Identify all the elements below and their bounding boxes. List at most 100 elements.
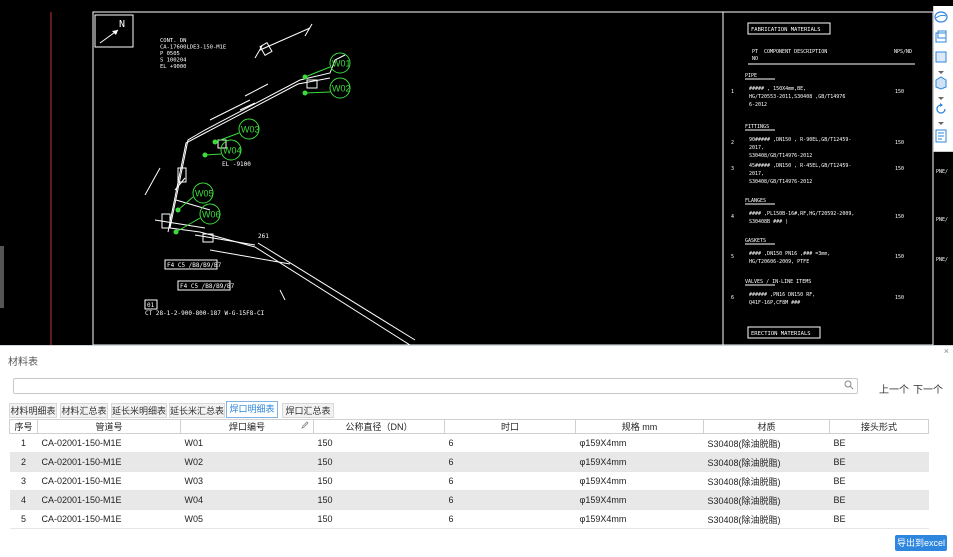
search-icon[interactable] (844, 380, 854, 390)
dim-261: 261 (258, 233, 269, 240)
cell-material: S30408(除油脱脂) (703, 452, 830, 472)
cube-icon[interactable] (934, 76, 948, 90)
bom-table: FABRICATION MATERIALS PTNO COMPONENT DESCR… (731, 22, 948, 339)
info-line: CONT. DN (160, 38, 187, 44)
cell-spec: φ159X4mm (575, 490, 704, 510)
north-label: N (119, 19, 125, 30)
cell-index: 2 (9, 452, 38, 472)
cell-joint: BE (829, 490, 929, 510)
weld-label: W04 (223, 146, 242, 156)
tab-material-detail[interactable]: 材料明细表 (9, 403, 57, 418)
next-button[interactable]: 下一个 (913, 381, 943, 396)
bom-item-desc: 6-2012 (749, 102, 767, 108)
bom-item-no: 5 (731, 254, 734, 260)
cell-weld-no: W03 (180, 471, 314, 491)
search-box[interactable] (13, 378, 858, 394)
bom-item-nd: 150 (895, 140, 904, 146)
bom-item-desc: S30408/GB/T14976-2012 (749, 153, 812, 159)
bom-item-nd: 150 (895, 254, 904, 260)
weld-label: W05 (195, 189, 214, 199)
bom-section-title: FLANGES (745, 198, 766, 204)
bom-item-nd: 150 (895, 295, 904, 301)
bom-item-desc: 2017, (749, 171, 764, 177)
table-row[interactable]: 2 CA-02001-150-M1E W02 150 6 φ159X4mm S30408(除… (9, 452, 929, 472)
note-line: CT 28-1-2-900-800-187 W-G-15F8-CI (145, 310, 265, 317)
search-input[interactable] (14, 379, 842, 392)
weld-marker[interactable]: W06 (173, 203, 221, 235)
bom-item-desc: Q41F-16P,CF8M ### (749, 300, 800, 306)
col-header-material[interactable]: 材质 (703, 419, 830, 434)
table-row[interactable]: 3 CA-02001-150-M1E W03 150 6 φ159X4mm S30408(除… (9, 471, 929, 491)
cell-joint: BE (829, 452, 929, 472)
col-header-weld-no[interactable]: 焊口编号 (180, 419, 314, 434)
cell-inch: 6 (444, 471, 576, 491)
col-header-inch[interactable]: 时口 (444, 419, 576, 434)
edit-icon[interactable] (301, 421, 309, 429)
bom-edge-mark: PNE/ (936, 217, 948, 223)
bom-item-no: 2 (731, 140, 734, 146)
cell-weld-no: W05 (180, 509, 314, 529)
side-handle[interactable] (0, 246, 4, 308)
bom-edge-mark: PNE/ (936, 169, 948, 175)
col-header-joint[interactable]: 接头形式 (829, 419, 929, 434)
properties-icon[interactable] (934, 129, 948, 143)
cell-weld-no: W01 (180, 433, 314, 453)
bom-item-desc: S30408/GB/T14976-2012 (749, 179, 812, 185)
bom-item-desc: ##### , 150X4mm,BE, (749, 86, 806, 92)
weld-marker[interactable]: W01 (302, 52, 351, 80)
col-header-pipe[interactable]: 管道号 (37, 419, 181, 434)
cell-index: 5 (9, 509, 38, 529)
callout-2: F4 C5 /B8/B9/B7 (180, 283, 235, 290)
cell-joint: BE (829, 471, 929, 491)
bom-item-no: 4 (731, 214, 734, 220)
bom-section-title: VALVES / IN-LINE ITEMS (745, 279, 811, 285)
rotate-icon[interactable] (934, 102, 948, 116)
col-header-spec[interactable]: 规格 mm (575, 419, 704, 434)
cell-weld-no: W04 (180, 490, 314, 510)
bom-item-desc: 90##### ,DN150 , R-90EL,GB/T12459- (749, 137, 851, 143)
tab-weld-detail[interactable]: 焊口明细表 (226, 401, 278, 418)
bom-item-desc: HG/T20606-2009, PTFE (749, 259, 809, 265)
tab-length-summary[interactable]: 延长米汇总表 (169, 403, 225, 418)
cell-spec: φ159X4mm (575, 509, 704, 529)
cell-dn: 150 (313, 509, 445, 529)
bom-edge-mark: PNE/ (936, 257, 948, 263)
cell-pipe: CA-02001-150-M1E (37, 433, 181, 453)
col-header-dn[interactable]: 公称直径（DN） (313, 419, 445, 434)
col-header-index[interactable]: 序号 (9, 419, 38, 434)
info-line: EL +9000 (160, 64, 187, 70)
cell-material: S30408(除油脱脂) (703, 433, 830, 453)
bom-item-no: 3 (731, 166, 734, 172)
weld-label: W01 (332, 59, 351, 69)
panel-title: 材料表 (8, 357, 38, 368)
drawing-info: CONT. DNCA-17600LDE3-150-M1EP 0505S 1002… (160, 38, 226, 70)
weld-marker[interactable]: W05 (175, 182, 214, 213)
cell-spec: φ159X4mm (575, 433, 704, 453)
north-arrow-icon (94, 14, 134, 48)
weld-table: 序号 管道号 焊口编号 公称直径（DN） 时口 规格 mm 材质 接头形式 1C… (9, 419, 929, 529)
cell-weld-no: W02 (180, 452, 314, 472)
bom-col-pt: PT (752, 49, 758, 55)
cad-viewport[interactable]: N CONT. DN CA-17600LDE3-150-M1E P 0505 S 10… (0, 0, 953, 345)
layer-icon[interactable] (934, 30, 948, 44)
bom-item-desc: 45##### ,DN150 , R-45EL,GB/T12459- (749, 163, 851, 169)
cell-material: S30408(除油脱脂) (703, 490, 830, 510)
export-excel-button[interactable]: 导出到excel (895, 535, 947, 551)
tab-weld-summary[interactable]: 焊口汇总表 (282, 403, 334, 418)
table-row[interactable]: 5 CA-02001-150-M1E W05 150 6 φ159X4mm S30408(除… (9, 509, 929, 529)
cube-icon[interactable] (934, 50, 948, 64)
bom-section-title: PIPE (745, 73, 757, 79)
table-row[interactable]: 4 CA-02001-150-M1E W04 150 6 φ159X4mm S30408(除… (9, 490, 929, 510)
prev-button[interactable]: 上一个 (879, 381, 909, 396)
callout-1: F4 C5 /B8/B9/B7 (167, 262, 222, 269)
bom-header: FABRICATION MATERIALS (751, 27, 821, 33)
close-icon[interactable]: × (944, 346, 949, 356)
tab-material-summary[interactable]: 材料汇总表 (60, 403, 108, 418)
bom-section-title: GASKETS (745, 238, 766, 244)
table-row[interactable]: 1 CA-02001-150-M1E W01 150 6 φ159X4mm S30408(除… (9, 433, 929, 453)
sphere-icon[interactable] (934, 10, 948, 24)
pipe-route (144, 23, 416, 345)
cell-material: S30408(除油脱脂) (703, 509, 830, 529)
weld-marker[interactable]: W04 (202, 139, 242, 161)
tab-length-detail[interactable]: 延长米明细表 (111, 403, 167, 418)
